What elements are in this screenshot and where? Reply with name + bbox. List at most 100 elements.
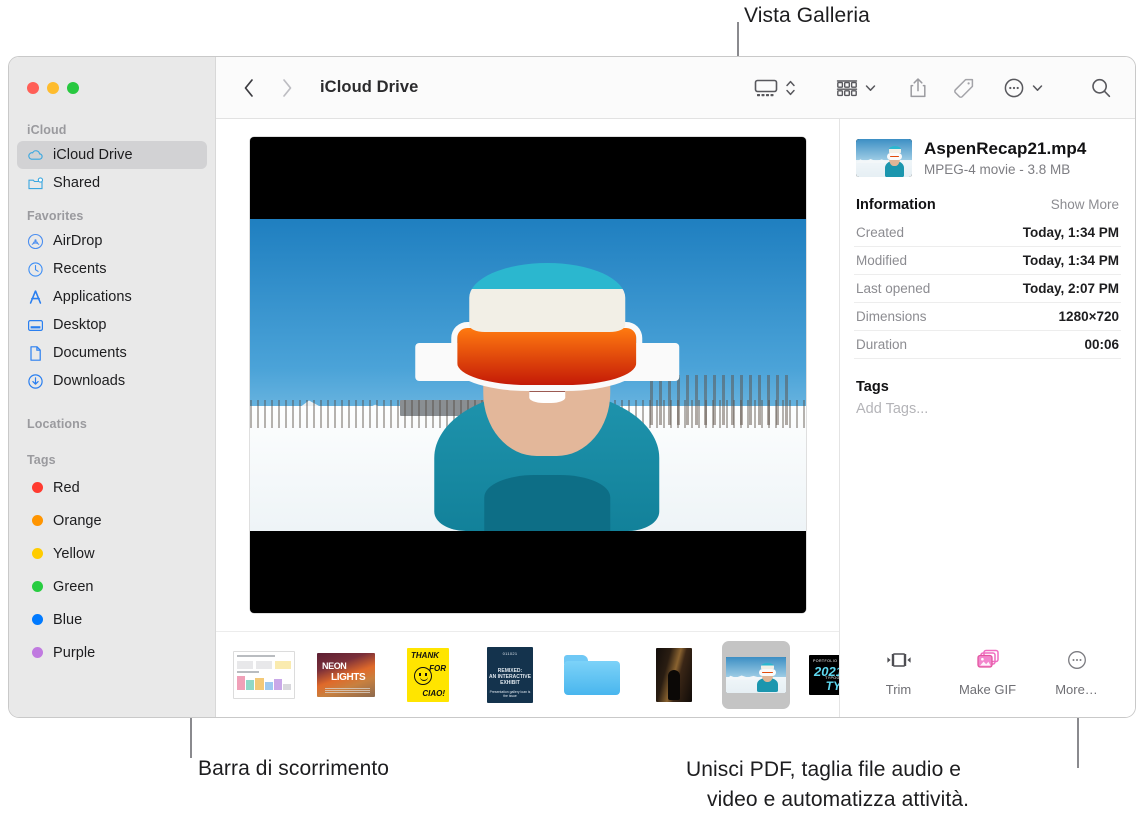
close-button[interactable] <box>27 82 39 94</box>
sidebar-tag-blue[interactable]: Blue <box>17 603 207 636</box>
gallery-view-icon[interactable] <box>753 73 779 103</box>
sidebar-item-desktop[interactable]: Desktop <box>17 311 207 339</box>
info-value: Today, 2:07 PM <box>1022 281 1119 296</box>
desktop-icon <box>27 317 44 334</box>
more-circle-icon <box>1066 647 1088 673</box>
list-item[interactable]: NEON LIGHTS <box>312 641 380 709</box>
sidebar-section-header-favorites: Favorites <box>27 209 84 223</box>
neon-lights-poster-thumbnail: NEON LIGHTS <box>317 652 375 697</box>
cloud-icon <box>27 147 44 164</box>
sidebar-item-label: Red <box>53 479 80 496</box>
sidebar-item-icloud-drive[interactable]: iCloud Drive <box>17 141 207 169</box>
show-more-link[interactable]: Show More <box>1051 197 1119 212</box>
chart-document-thumbnail <box>233 650 295 699</box>
callout-quick-actions-label-line1: Unisci PDF, taglia file audio e <box>686 758 962 781</box>
preview-column: NEON LIGHTS THANK FOR CIAO! 011021 REMIX… <box>216 119 839 717</box>
thumbnail-text: TYPE <box>825 678 839 693</box>
preview-stage <box>216 119 839 631</box>
list-item[interactable] <box>230 641 298 709</box>
zoom-button[interactable] <box>67 82 79 94</box>
info-key: Dimensions <box>856 309 927 324</box>
document-icon <box>27 345 44 362</box>
tag-dot-icon <box>27 578 44 595</box>
more-circle-icon[interactable] <box>1002 73 1026 103</box>
info-row-duration: Duration 00:06 <box>854 331 1121 359</box>
sidebar-tag-red[interactable]: Red <box>17 471 207 504</box>
information-section-header: Information Show More <box>854 195 1121 219</box>
share-icon[interactable] <box>907 73 929 103</box>
info-row-created: Created Today, 1:34 PM <box>854 219 1121 247</box>
forward-button[interactable] <box>276 75 298 101</box>
video-frame-image <box>249 219 806 531</box>
list-item[interactable] <box>640 641 708 709</box>
more-actions-button[interactable]: More… <box>1034 647 1120 697</box>
sidebar-item-label: Desktop <box>53 317 107 333</box>
sidebar-item-label: Applications <box>53 289 132 305</box>
tag-dot-icon <box>27 611 44 628</box>
info-key: Created <box>856 225 905 240</box>
sidebar-item-label: AirDrop <box>53 233 103 249</box>
chevron-down-icon[interactable] <box>1031 73 1044 103</box>
sidebar-item-label: Orange <box>53 512 102 529</box>
info-key: Last opened <box>856 281 931 296</box>
video-preview[interactable] <box>249 137 806 613</box>
sidebar-section-header-tags: Tags <box>27 453 56 467</box>
type-portfolio-thumbnail: PORTFOLIO 2021 TYPOGRAPHY TYPE REVIEW <box>809 654 839 695</box>
minimize-button[interactable] <box>47 82 59 94</box>
back-button[interactable] <box>238 75 260 101</box>
list-item[interactable]: THANK FOR CIAO! <box>394 641 462 709</box>
list-item[interactable]: 011021 REMIXED: AN INTERACTIVE EXHIBIT P… <box>476 641 544 709</box>
make-gif-button[interactable]: Make GIF <box>945 647 1031 697</box>
clock-icon <box>27 261 44 278</box>
sidebar-item-shared[interactable]: Shared <box>17 169 207 197</box>
thumbnail-strip[interactable]: NEON LIGHTS THANK FOR CIAO! 011021 REMIX… <box>216 631 839 717</box>
aspen-video-thumbnail <box>726 656 786 693</box>
thumbnail-text: THANK <box>411 650 439 660</box>
info-value: Today, 1:34 PM <box>1022 225 1119 240</box>
add-tags-field[interactable]: Add Tags... <box>854 401 1121 417</box>
tag-icon[interactable] <box>952 73 976 103</box>
sidebar-item-airdrop[interactable]: AirDrop <box>17 227 207 255</box>
sidebar-section-header-locations: Locations <box>27 417 87 431</box>
group-by-control <box>835 73 877 103</box>
list-item[interactable]: PORTFOLIO 2021 TYPOGRAPHY TYPE REVIEW <box>804 641 839 709</box>
info-row-modified: Modified Today, 1:34 PM <box>854 247 1121 275</box>
sidebar-item-recents[interactable]: Recents <box>17 255 207 283</box>
thumbnail-text: CIAO! <box>422 688 445 698</box>
group-by-icon[interactable] <box>835 73 859 103</box>
callout-quick-actions-line <box>1077 712 1079 768</box>
sidebar-item-documents[interactable]: Documents <box>17 339 207 367</box>
sidebar-tag-green[interactable]: Green <box>17 570 207 603</box>
downloads-icon <box>27 373 44 390</box>
sidebar-tag-orange[interactable]: Orange <box>17 504 207 537</box>
thumbnail-text: PORTFOLIO <box>813 658 838 663</box>
sidebar: iCloud iCloud Drive Shared Favorites Air… <box>9 57 216 717</box>
sidebar-tag-purple[interactable]: Purple <box>17 636 207 669</box>
exhibit-poster-thumbnail: 011021 REMIXED: AN INTERACTIVE EXHIBIT P… <box>487 646 533 703</box>
chevron-down-icon[interactable] <box>864 73 877 103</box>
section-title: Information <box>856 197 936 213</box>
trim-button[interactable]: Trim <box>856 647 942 697</box>
trim-icon <box>884 647 914 673</box>
sidebar-item-label: Documents <box>53 345 127 361</box>
dark-photo-thumbnail <box>656 647 692 702</box>
search-icon[interactable] <box>1089 73 1113 103</box>
up-down-chevron-icon[interactable] <box>784 73 797 103</box>
thumbnail-text: NEON <box>322 660 347 671</box>
info-panel: AspenRecap21.mp4 MPEG-4 movie - 3.8 MB I… <box>839 119 1135 717</box>
breadcrumb[interactable]: iCloud Drive <box>320 78 418 97</box>
window-controls <box>9 65 215 111</box>
thumbnail-text: Presentation gallery loan is the issue <box>489 689 531 698</box>
sidebar-item-applications[interactable]: Applications <box>17 283 207 311</box>
tag-dot-icon <box>27 545 44 562</box>
info-value: 1280×720 <box>1058 309 1119 324</box>
list-item[interactable] <box>558 641 626 709</box>
callout-quick-actions-label-line2: video e automatizza attività. <box>707 788 970 811</box>
list-item[interactable] <box>722 640 790 709</box>
sidebar-tag-yellow[interactable]: Yellow <box>17 537 207 570</box>
sidebar-section-header-icloud: iCloud <box>27 123 67 137</box>
view-switcher <box>753 73 797 103</box>
file-header: AspenRecap21.mp4 MPEG-4 movie - 3.8 MB <box>854 119 1121 195</box>
sidebar-item-downloads[interactable]: Downloads <box>17 367 207 395</box>
airdrop-icon <box>27 233 44 250</box>
